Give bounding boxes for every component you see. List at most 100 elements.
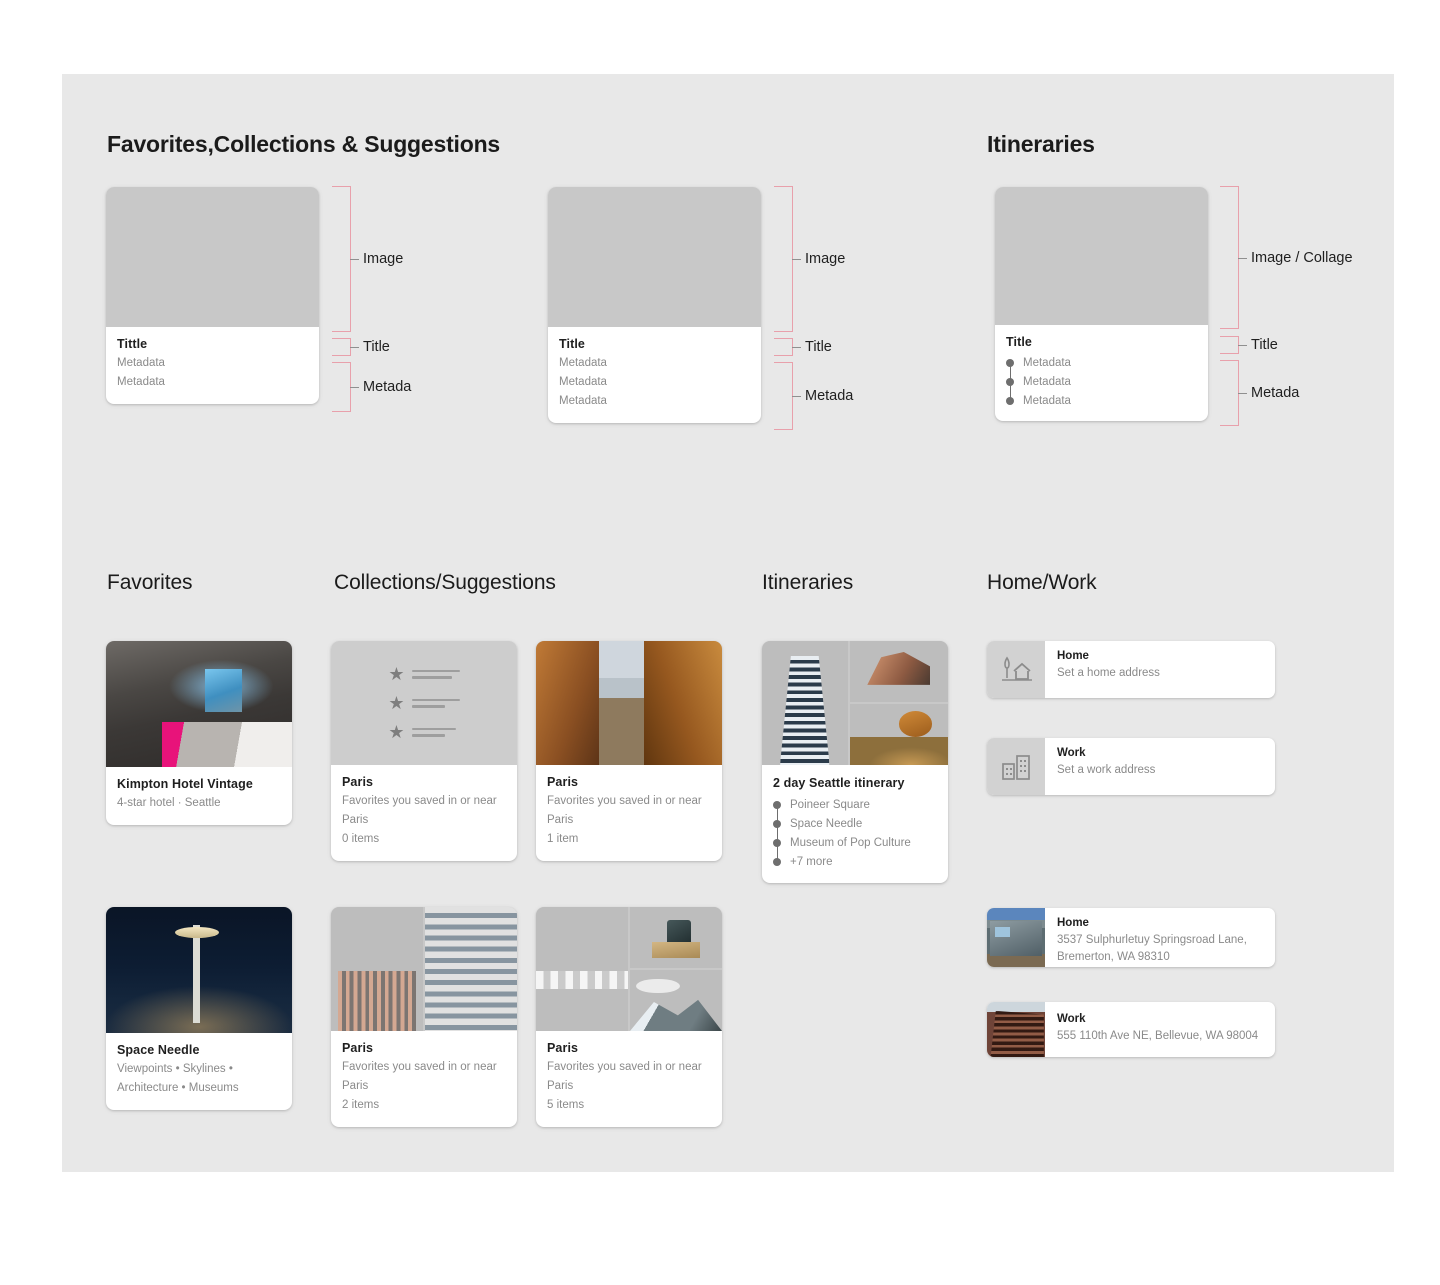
stop-label-more: +7 more <box>790 855 833 868</box>
star-icon: ★ <box>388 664 405 684</box>
bullet-row: Metadata <box>1006 372 1197 391</box>
collections-spec-card[interactable]: Title Metadata Metadata Metadata <box>548 187 761 423</box>
house-photo <box>987 908 1045 967</box>
list-item[interactable]: Space Needle <box>773 814 937 833</box>
card-title: Space Needle <box>117 1043 200 1057</box>
itinerary-spec-card[interactable]: Title Metadata Metadata Metadata <box>995 187 1208 421</box>
card-body: Title Metadata Metadata Metadata <box>995 325 1208 421</box>
collage-tile-halfdome <box>849 641 948 702</box>
itinerary-card-seattle[interactable]: 2 day Seattle itinerary Poineer Square S… <box>762 641 948 883</box>
work-empty-card[interactable]: Work Set a work address <box>987 738 1275 795</box>
card-title: Paris <box>547 1041 579 1055</box>
work-address-card[interactable]: Work 555 110th Ave NE, Bellevue, WA 9800… <box>987 1002 1275 1057</box>
card-body: Space Needle Viewpoints • Skylines • Arc… <box>106 1033 292 1110</box>
card-count: 0 items <box>342 832 380 845</box>
work-placeholder-text: Set a work address <box>1057 764 1156 776</box>
card-subtitle: 4-star hotel · Seattle <box>117 797 221 809</box>
work-label: Work <box>1057 747 1086 759</box>
home-address-card[interactable]: Home 3537 Sulphurletuy Springsroad Lane,… <box>987 908 1275 967</box>
home-label: Home <box>1057 917 1089 929</box>
card-title: Tittle <box>117 337 148 351</box>
work-empty-text: Work Set a work address <box>1045 738 1167 795</box>
home-address-text: Home 3537 Sulphurletuy Springsroad Lane,… <box>1045 908 1269 967</box>
bullet-row: Metadata <box>1006 391 1197 410</box>
home-empty-card[interactable]: Home Set a home address <box>987 641 1275 698</box>
star-icon: ★ <box>388 722 405 742</box>
bracket-label-image: Image <box>363 251 404 267</box>
collage-tile-cityscape <box>331 907 423 1031</box>
saved-list-placeholder-icon: ★ ★ ★ <box>331 641 517 765</box>
card-count: 2 items <box>342 1098 380 1111</box>
bracket-label-title: Title <box>1251 337 1278 353</box>
office-buildings-icon <box>987 738 1045 795</box>
home-placeholder-text: Set a home address <box>1057 667 1160 679</box>
wireframe-canvas: Favorites,Collections & Suggestions Itin… <box>62 74 1394 1172</box>
heading-collections-suggestions: Collections/Suggestions <box>334 571 556 594</box>
heading-itineraries-spec: Itineraries <box>987 131 1095 157</box>
stop-label: Museum of Pop Culture <box>790 836 911 849</box>
star-icon: ★ <box>388 693 405 713</box>
card-metadata-1: Metadata <box>559 357 607 369</box>
card-title: Paris <box>342 1041 374 1055</box>
stop-label: Poineer Square <box>790 798 870 811</box>
card-body: Paris Favorites you saved in or near Par… <box>331 1031 517 1127</box>
collage-tile-stacked-stones <box>849 704 948 765</box>
card-subtitle: Favorites you saved in or near Paris <box>547 1061 702 1092</box>
work-address: 555 110th Ave NE, Bellevue, WA 98004 <box>1057 1030 1259 1042</box>
bracket-label-metadata: Metada <box>805 388 854 404</box>
collage-tile-glass-tower <box>762 641 848 765</box>
card-body: Kimpton Hotel Vintage 4-star hotel · Sea… <box>106 767 292 825</box>
list-item[interactable]: Poineer Square <box>773 795 937 814</box>
bracket-label-title: Title <box>363 339 390 355</box>
bullet-label: Metadata <box>1023 394 1071 407</box>
bracket-label-title: Title <box>805 339 832 355</box>
heading-favorites-collections-suggestions: Favorites,Collections & Suggestions <box>107 131 501 157</box>
collection-card-paris-1[interactable]: Paris Favorites you saved in or near Par… <box>536 641 722 861</box>
bullet-dot-icon <box>773 819 781 828</box>
bracket-label-metadata: Metada <box>363 379 412 395</box>
card-title: 2 day Seattle itinerary <box>773 776 905 790</box>
card-count: 1 item <box>547 832 579 845</box>
home-tree-icon <box>987 641 1045 698</box>
bullet-row: Metadata <box>1006 353 1197 372</box>
bracket-label-image-collage: Image / Collage <box>1251 249 1353 266</box>
card-count: 5 items <box>547 1098 585 1111</box>
collection-card-paris-0[interactable]: ★ ★ ★ Paris Favorites you saved in or ne… <box>331 641 517 861</box>
work-address-text: Work 555 110th Ave NE, Bellevue, WA 9800… <box>1045 1002 1270 1057</box>
bullet-dot-icon <box>773 800 781 809</box>
halfdome-stones-tower-collage <box>762 641 948 765</box>
stop-label: Space Needle <box>790 817 863 830</box>
collection-card-paris-5[interactable]: Paris Favorites you saved in or near Par… <box>536 907 722 1127</box>
heading-itineraries: Itineraries <box>762 571 854 594</box>
placeholder-image <box>106 187 319 327</box>
placeholder-image <box>548 187 761 327</box>
city-and-highrise-collage <box>331 907 517 1031</box>
bullet-dot-icon <box>1006 377 1014 386</box>
card-body: Title Metadata Metadata Metadata <box>548 327 761 423</box>
collage-tile-highrise <box>425 907 517 1031</box>
hotel-room-photo <box>106 641 292 767</box>
heading-favorites: Favorites <box>107 571 193 594</box>
home-empty-text: Home Set a home address <box>1045 641 1172 698</box>
card-metadata-3: Metadata <box>559 394 607 407</box>
favorite-card-hotel[interactable]: Kimpton Hotel Vintage 4-star hotel · Sea… <box>106 641 292 825</box>
bullet-dot-icon <box>1006 396 1014 405</box>
work-label: Work <box>1057 1013 1086 1025</box>
collage-tile-cameras <box>630 907 722 968</box>
collection-card-paris-2[interactable]: Paris Favorites you saved in or near Par… <box>331 907 517 1127</box>
card-metadata-2: Metadata <box>559 375 607 388</box>
list-item[interactable]: Museum of Pop Culture <box>773 833 937 852</box>
itinerary-stop-list: Poineer Square Space Needle Museum of Po… <box>773 795 937 871</box>
card-metadata-2: Metadata <box>117 375 165 388</box>
card-body: Paris Favorites you saved in or near Par… <box>536 765 722 861</box>
bullet-dot-icon <box>773 838 781 847</box>
placeholder-row: ★ <box>388 723 459 741</box>
list-item-more[interactable]: +7 more <box>773 852 937 871</box>
home-label: Home <box>1057 650 1089 662</box>
collage-tile-mountains <box>630 970 722 1031</box>
card-subtitle: Viewpoints • Skylines • Architecture • M… <box>117 1063 239 1094</box>
favorites-spec-card[interactable]: Tittle Metadata Metadata <box>106 187 319 404</box>
home-address: 3537 Sulphurletuy Springsroad Lane, Brem… <box>1057 934 1247 963</box>
space-needle-night-photo <box>106 907 292 1033</box>
favorite-card-space-needle[interactable]: Space Needle Viewpoints • Skylines • Arc… <box>106 907 292 1110</box>
